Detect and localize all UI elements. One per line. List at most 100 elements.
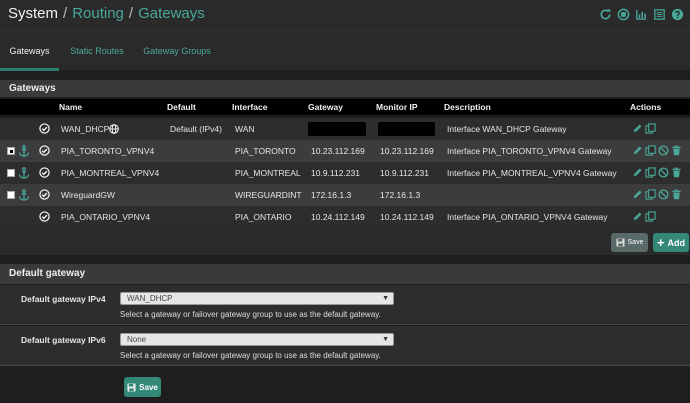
check-circle-icon — [39, 123, 50, 134]
clone-icon[interactable] — [645, 145, 656, 156]
redacted-monitor-ip — [378, 122, 435, 136]
col-default[interactable]: Default — [167, 99, 196, 115]
tab-gateways[interactable]: Gateways — [0, 31, 59, 71]
gateway-interface: WAN — [235, 124, 255, 134]
save-small-button[interactable]: Save — [611, 233, 648, 252]
trash-icon[interactable] — [671, 167, 682, 178]
check-circle-icon — [39, 189, 50, 200]
gateway-description: Interface PIA_TORONTO_VPNV4 Gateway — [447, 146, 612, 156]
chevron-down-icon: ▼ — [382, 295, 389, 302]
gateway-name: PIA_MONTREAL_VPNV4 — [61, 168, 160, 178]
gateway-name: PIA_TORONTO_VPNV4 — [61, 146, 155, 156]
col-interface[interactable]: Interface — [232, 99, 267, 115]
breadcrumb-gateways[interactable]: Gateways — [138, 5, 205, 22]
gateway-interface: WIREGUARDINT — [235, 190, 302, 200]
clone-icon[interactable] — [645, 189, 656, 200]
col-name[interactable]: Name — [59, 99, 82, 115]
table-row[interactable]: WireguardGW WIREGUARDINT 172.16.1.3 172.16.… — [0, 184, 690, 206]
gateway-monitor-ip: 10.23.112.169 — [380, 146, 434, 156]
default-gateway-ipv4-row: Default gateway IPv4 WAN_DHCP ▼ Select a … — [0, 285, 690, 325]
breadcrumb-routing[interactable]: Routing — [72, 5, 124, 22]
default-gateway-ipv4-select[interactable]: WAN_DHCP ▼ — [120, 292, 394, 305]
gateway-interface: PIA_TORONTO — [235, 146, 296, 156]
default-gateway-ipv6-row: Default gateway IPv6 None ▼ Select a gate… — [0, 326, 690, 366]
col-actions: Actions — [630, 102, 662, 112]
gateway-monitor-ip: 172.16.1.3 — [380, 190, 421, 200]
pencil-icon[interactable] — [632, 123, 643, 134]
pencil-icon[interactable] — [632, 189, 643, 200]
tab-static-routes[interactable]: Static Routes — [62, 31, 132, 71]
tab-gateway-groups[interactable]: Gateway Groups — [135, 31, 219, 71]
panel-title: Gateways — [0, 80, 690, 97]
chart-icon[interactable] — [635, 8, 648, 23]
check-circle-icon — [39, 211, 50, 222]
breadcrumb: System / Routing / Gateways — [8, 5, 205, 22]
chevron-down-icon: ▼ — [382, 336, 389, 343]
save-small-label: Save — [627, 239, 644, 246]
gateway-address: 10.23.112.169 — [311, 146, 365, 156]
list-icon[interactable] — [653, 8, 666, 23]
col-monitor-ip[interactable]: Monitor IP — [376, 99, 418, 115]
default-gateway-ipv4-value: WAN_DHCP — [127, 294, 173, 303]
add-label: Add — [667, 237, 686, 248]
gateway-name: WireguardGW — [61, 190, 115, 200]
page-header: System / Routing / Gateways — [0, 0, 690, 30]
help-icon[interactable] — [671, 8, 684, 23]
refresh-icon[interactable] — [599, 8, 612, 23]
check-circle-icon — [39, 167, 50, 178]
default-gateway-ipv6-label: Default gateway IPv6 — [21, 335, 106, 345]
gateway-name: WAN_DHCP — [61, 124, 110, 134]
stop-icon[interactable] — [617, 8, 630, 23]
anchor-icon[interactable] — [18, 167, 30, 179]
save-icon — [615, 238, 625, 247]
table-footer — [0, 225, 690, 255]
save-label: Save — [139, 382, 158, 392]
table-row[interactable]: WAN_DHCP Default (IPv4) WAN Interface WAN_D… — [0, 118, 690, 140]
anchor-icon[interactable] — [18, 145, 30, 157]
default-gateway-title: Default gateway — [0, 264, 690, 284]
tab-bar: Gateways Static Routes Gateway Groups — [0, 30, 690, 71]
trash-icon[interactable] — [671, 189, 682, 200]
save-icon — [127, 382, 136, 392]
default-gateway-ipv6-select[interactable]: None ▼ — [120, 333, 394, 346]
gateway-default: Default (IPv4) — [170, 124, 222, 134]
gateway-description: Interface PIA_MONTREAL_VPNV4 Gateway — [447, 168, 617, 178]
default-gateway-ipv4-help: Select a gateway or failover gateway gro… — [120, 310, 381, 319]
pencil-icon[interactable] — [632, 145, 643, 156]
check-circle-icon — [39, 145, 50, 156]
clone-icon[interactable] — [645, 167, 656, 178]
default-gateway-ipv4-label: Default gateway IPv4 — [21, 294, 106, 304]
gateway-address: 172.16.1.3 — [311, 190, 352, 200]
globe-icon — [109, 124, 119, 134]
breadcrumb-system: System — [8, 5, 59, 22]
clone-icon[interactable] — [645, 211, 656, 222]
ban-icon[interactable] — [658, 189, 669, 200]
save-button[interactable]: Save — [124, 377, 161, 397]
add-button[interactable]: + Add — [653, 233, 689, 252]
gateway-description: Interface WAN_DHCP Gateway — [447, 124, 567, 134]
table-header: Name Default Interface Gateway Monitor I… — [0, 99, 690, 115]
table-row[interactable]: PIA_MONTREAL_VPNV4 PIA_MONTREAL 10.9.112.2… — [0, 162, 690, 184]
ban-icon[interactable] — [658, 145, 669, 156]
header-icons — [599, 8, 684, 23]
redacted-gateway — [308, 122, 366, 136]
default-gateway-ipv6-help: Select a gateway or failover gateway gro… — [120, 351, 381, 360]
breadcrumb-separator: / — [63, 5, 68, 22]
col-description[interactable]: Description — [444, 99, 491, 115]
gateway-monitor-ip: 10.9.112.231 — [380, 168, 429, 178]
row-checkbox[interactable] — [7, 147, 15, 155]
trash-icon[interactable] — [671, 145, 682, 156]
plus-icon: + — [656, 234, 665, 250]
table-row[interactable]: PIA_TORONTO_VPNV4 PIA_TORONTO 10.23.112.16… — [0, 140, 690, 162]
pencil-icon[interactable] — [632, 167, 643, 178]
default-gateway-ipv6-value: None — [127, 335, 147, 344]
ban-icon[interactable] — [658, 167, 669, 178]
row-checkbox[interactable] — [7, 169, 15, 177]
row-checkbox[interactable] — [7, 191, 15, 199]
pencil-icon[interactable] — [632, 211, 643, 222]
col-gateway[interactable]: Gateway — [308, 99, 343, 115]
breadcrumb-separator: / — [128, 5, 134, 22]
gateway-interface: PIA_MONTREAL — [235, 168, 301, 178]
anchor-icon[interactable] — [18, 189, 30, 201]
clone-icon[interactable] — [645, 123, 656, 134]
